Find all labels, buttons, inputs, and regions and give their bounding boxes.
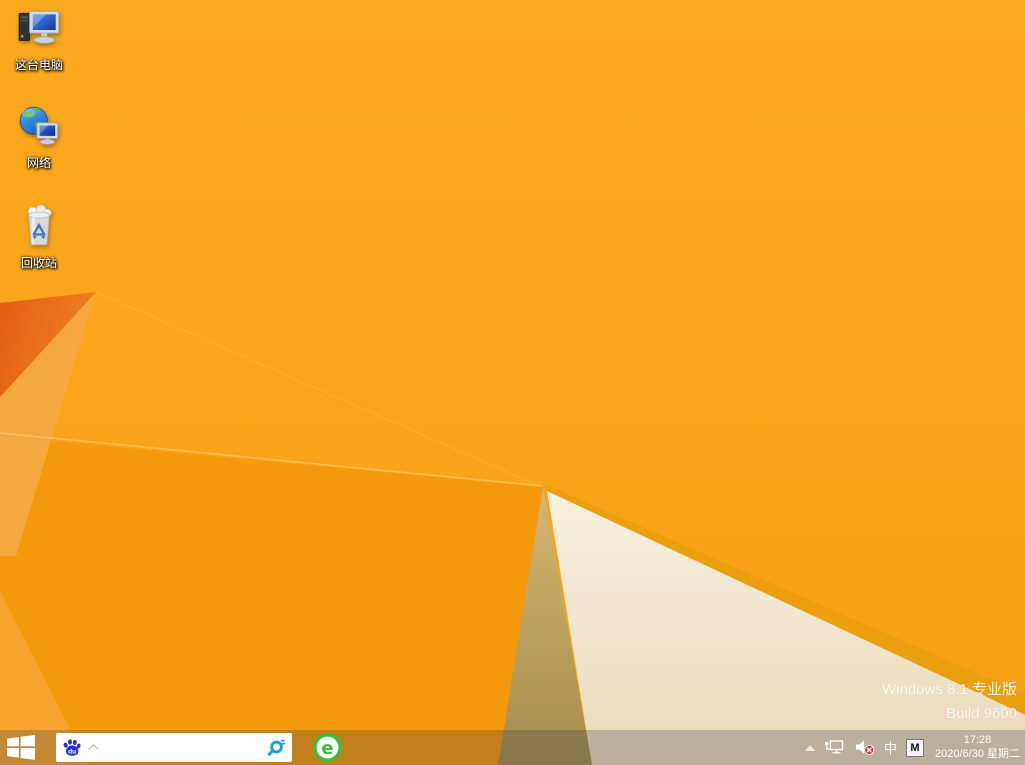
tray-clock[interactable]: 17:28 2020/6/30 星期二 [935,734,1020,761]
start-button[interactable] [0,730,42,765]
taskbar-search[interactable]: du [56,733,292,762]
search-input[interactable] [100,733,265,762]
desktop: 这台电脑 网络 [0,0,1025,765]
os-watermark: Windows 8.1 专业版 Build 9600 [882,678,1017,726]
svg-text:e: e [321,738,333,759]
green-e-browser-icon: e [312,732,343,763]
desktop-icon-label: 回收站 [0,256,78,270]
desktop-icon-network[interactable]: 网络 [0,104,78,170]
volume-muted-icon[interactable] [855,739,875,756]
desktop-icon-label: 网络 [0,156,78,170]
baidu-search-icon[interactable] [265,737,286,758]
taskbar: du e [0,730,1025,765]
ime-mode-indicator[interactable]: M [906,739,924,757]
show-hidden-icons-chevron-icon[interactable] [805,745,815,751]
watermark-build: Build 9600 [882,702,1017,726]
clock-date: 2020/6/30 星期二 [935,748,1020,762]
network-globe-icon [16,104,62,150]
computer-icon [16,6,62,52]
ime-language-indicator[interactable]: 中 [884,738,897,757]
baidu-paw-icon: du [62,738,82,758]
recycle-bin-icon [16,202,62,250]
windows-logo-icon [7,735,35,760]
desktop-wallpaper [0,0,1025,765]
chevron-up-icon[interactable] [87,743,100,752]
network-tray-icon[interactable] [824,739,846,756]
browser-360-button[interactable]: e [310,732,344,763]
desktop-icon-this-pc[interactable]: 这台电脑 [0,6,78,72]
desktop-icon-recycle-bin[interactable]: 回收站 [0,202,78,270]
clock-time: 17:28 [935,734,1020,748]
watermark-edition: Windows 8.1 专业版 [882,678,1017,702]
desktop-icon-label: 这台电脑 [0,58,78,72]
svg-text:du: du [68,748,76,755]
system-tray: 中 M 17:28 2020/6/30 星期二 [805,730,1020,765]
